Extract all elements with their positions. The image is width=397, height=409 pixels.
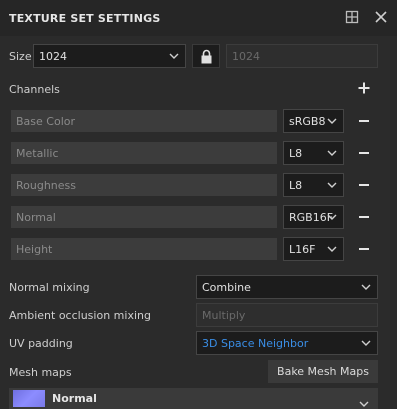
remove-channel-icon[interactable]: [357, 242, 371, 256]
channel-format-roughness[interactable]: L8: [283, 173, 344, 197]
remove-channel-icon[interactable]: [357, 146, 371, 160]
bake-mesh-maps-button[interactable]: Bake Mesh Maps: [268, 360, 378, 383]
chevron-down-icon: [361, 340, 371, 346]
chevron-down-icon: [327, 118, 337, 124]
size-dropdown[interactable]: 1024: [33, 44, 186, 68]
uv-padding-dropdown[interactable]: 3D Space Neighbor: [196, 331, 378, 355]
chevron-down-icon[interactable]: [359, 401, 369, 407]
remove-channel-icon[interactable]: [357, 178, 371, 192]
channel-format-height[interactable]: L16F: [283, 237, 344, 261]
chevron-down-icon: [327, 150, 337, 156]
size-linked-value: 1024: [232, 49, 260, 63]
normal-mixing-dropdown[interactable]: Combine: [196, 275, 378, 299]
chevron-down-icon: [327, 182, 337, 188]
size-linked-field: 1024: [226, 44, 378, 68]
ao-mixing-label: Ambient occlusion mixing: [9, 309, 151, 322]
remove-channel-icon[interactable]: [357, 114, 371, 128]
chevron-down-icon: [327, 246, 337, 252]
close-icon[interactable]: [373, 9, 389, 25]
mesh-maps-label: Mesh maps: [9, 366, 72, 379]
channel-name-metallic[interactable]: Metallic: [11, 142, 277, 164]
channel-name-normal[interactable]: Normal: [11, 206, 277, 228]
channel-name-roughness[interactable]: Roughness: [11, 174, 277, 196]
chevron-down-icon: [361, 284, 371, 290]
size-value: 1024: [39, 49, 67, 63]
panel-title: TEXTURE SET SETTINGS: [9, 12, 161, 25]
add-channel-icon[interactable]: [357, 81, 371, 95]
normal-mixing-label: Normal mixing: [9, 281, 90, 294]
normal-map-thumbnail: [13, 390, 45, 407]
mesh-map-name: Normal: [52, 392, 97, 405]
uv-padding-label: UV padding: [9, 337, 73, 350]
channel-name-height[interactable]: Height: [11, 238, 277, 260]
lock-button[interactable]: [192, 44, 220, 68]
dock-icon[interactable]: [344, 9, 360, 25]
channel-format-metallic[interactable]: L8: [283, 141, 344, 165]
channel-name-base-color[interactable]: Base Color: [11, 110, 277, 132]
channels-label: Channels: [9, 83, 60, 96]
remove-channel-icon[interactable]: [357, 210, 371, 224]
size-label: Size: [9, 50, 32, 63]
ao-mixing-field: Multiply: [196, 303, 378, 327]
channel-format-normal[interactable]: RGB16F: [283, 205, 344, 229]
chevron-down-icon: [169, 53, 179, 59]
chevron-down-icon: [327, 214, 337, 220]
lock-icon: [201, 49, 212, 64]
channel-format-base-color[interactable]: sRGB8: [283, 109, 344, 133]
mesh-map-item-normal[interactable]: Normal: [9, 388, 378, 409]
panel-header: TEXTURE SET SETTINGS: [0, 0, 397, 36]
